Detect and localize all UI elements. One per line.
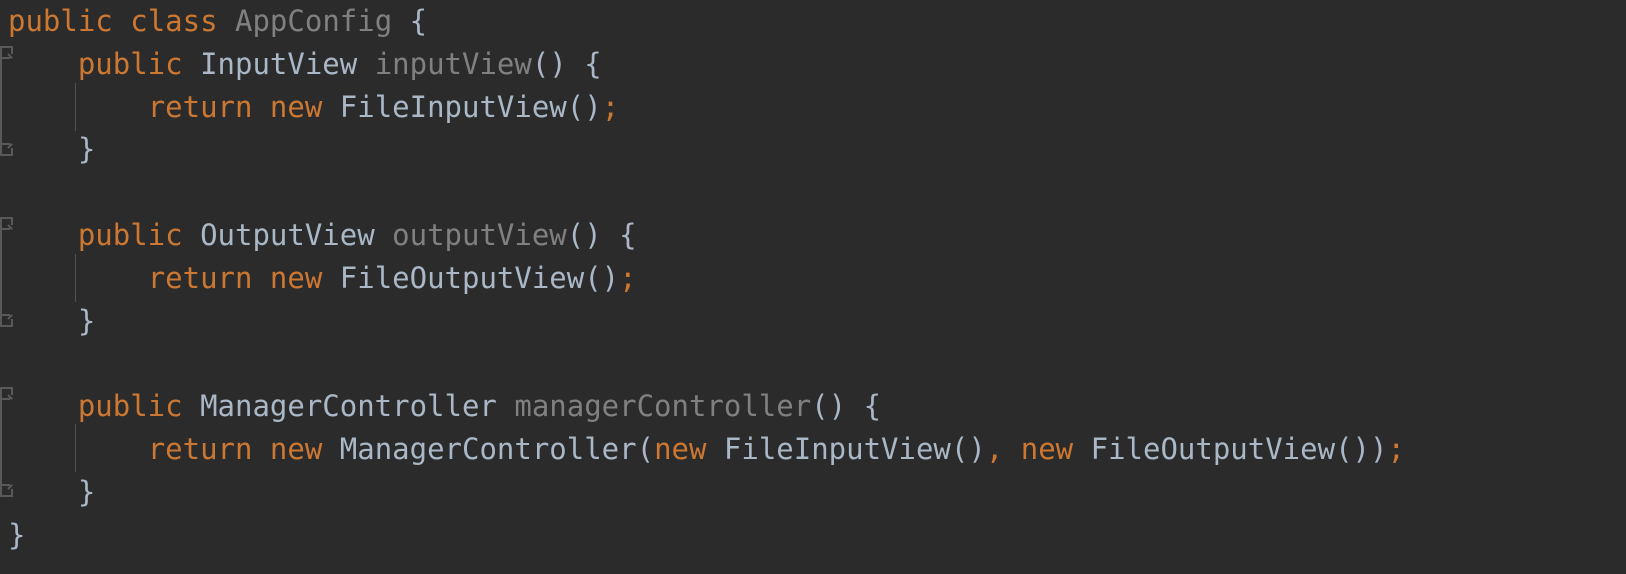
- code-line[interactable]: [0, 342, 1405, 385]
- code-token-keyword: new: [269, 260, 323, 295]
- code-token-brace: {: [619, 217, 637, 252]
- code-token-keyword: new: [1020, 431, 1074, 466]
- code-token-keyword: return: [147, 260, 253, 295]
- code-token-plain: (): [566, 217, 602, 252]
- code-line[interactable]: }: [0, 300, 1405, 343]
- code-token-dim: outputView: [392, 217, 567, 252]
- code-line[interactable]: return new FileOutputView();: [0, 257, 1405, 300]
- code-token-plain: ): [1369, 431, 1388, 466]
- code-line[interactable]: }: [0, 471, 1405, 514]
- code-token-brace: }: [77, 474, 96, 509]
- code-token-keyword: public: [77, 217, 183, 252]
- code-token-plain: (): [584, 260, 620, 295]
- code-token-type: FileOutputView: [1090, 431, 1336, 466]
- code-token-brace: {: [863, 389, 882, 424]
- code-token-keyword: public: [77, 389, 183, 424]
- code-line[interactable]: public class AppConfig {: [0, 0, 1405, 43]
- code-token-keyword: return: [147, 89, 253, 124]
- code-token-brace: {: [584, 46, 602, 81]
- code-token-keyword: new: [269, 89, 323, 124]
- code-token-plain: (): [531, 46, 567, 81]
- code-token-type: ManagerController: [339, 431, 637, 466]
- code-line[interactable]: }: [0, 128, 1405, 171]
- code-token-dim: managerController: [514, 389, 812, 424]
- code-token-brace: {: [409, 4, 428, 38]
- code-token-plain: (): [566, 89, 602, 124]
- code-editor[interactable]: public class AppConfig { public InputVie…: [0, 0, 1626, 574]
- code-token-type: FileOutputView: [339, 260, 585, 295]
- code-token-punct: ,: [985, 431, 1004, 466]
- code-token-keyword: class: [130, 4, 218, 38]
- code-content[interactable]: public class AppConfig { public InputVie…: [0, 0, 1405, 556]
- code-token-punct: ;: [601, 89, 620, 124]
- code-line[interactable]: }: [0, 514, 1405, 557]
- code-token-plain: (: [636, 431, 655, 466]
- code-token-plain: (): [1335, 431, 1370, 466]
- code-token-type: ManagerController: [200, 389, 497, 424]
- code-token-dim: AppConfig: [235, 4, 393, 38]
- code-line[interactable]: [0, 171, 1405, 214]
- code-token-punct: ;: [619, 260, 637, 295]
- code-token-keyword: return: [147, 431, 253, 466]
- code-line[interactable]: public InputView inputView() {: [0, 43, 1405, 86]
- code-token-keyword: public: [77, 46, 183, 81]
- code-line[interactable]: return new ManagerController(new FileInp…: [0, 428, 1405, 471]
- code-token-keyword: public: [8, 4, 113, 38]
- code-token-type: FileInputView: [723, 431, 951, 466]
- code-token-brace: }: [8, 517, 26, 552]
- code-token-punct: ;: [1387, 431, 1405, 466]
- code-token-dim: inputView: [374, 46, 532, 81]
- code-token-type: InputView: [200, 46, 358, 81]
- code-token-brace: }: [77, 303, 96, 338]
- code-token-brace: }: [77, 132, 96, 167]
- code-line[interactable]: public ManagerController managerControll…: [0, 385, 1405, 428]
- code-token-keyword: new: [269, 431, 323, 466]
- code-line[interactable]: public OutputView outputView() {: [0, 214, 1405, 257]
- code-token-type: OutputView: [200, 217, 375, 252]
- code-token-type: FileInputView: [339, 89, 567, 124]
- code-token-plain: (): [811, 389, 847, 424]
- code-token-keyword: new: [654, 431, 707, 466]
- code-token-plain: (): [950, 431, 986, 466]
- code-line[interactable]: return new FileInputView();: [0, 86, 1405, 129]
